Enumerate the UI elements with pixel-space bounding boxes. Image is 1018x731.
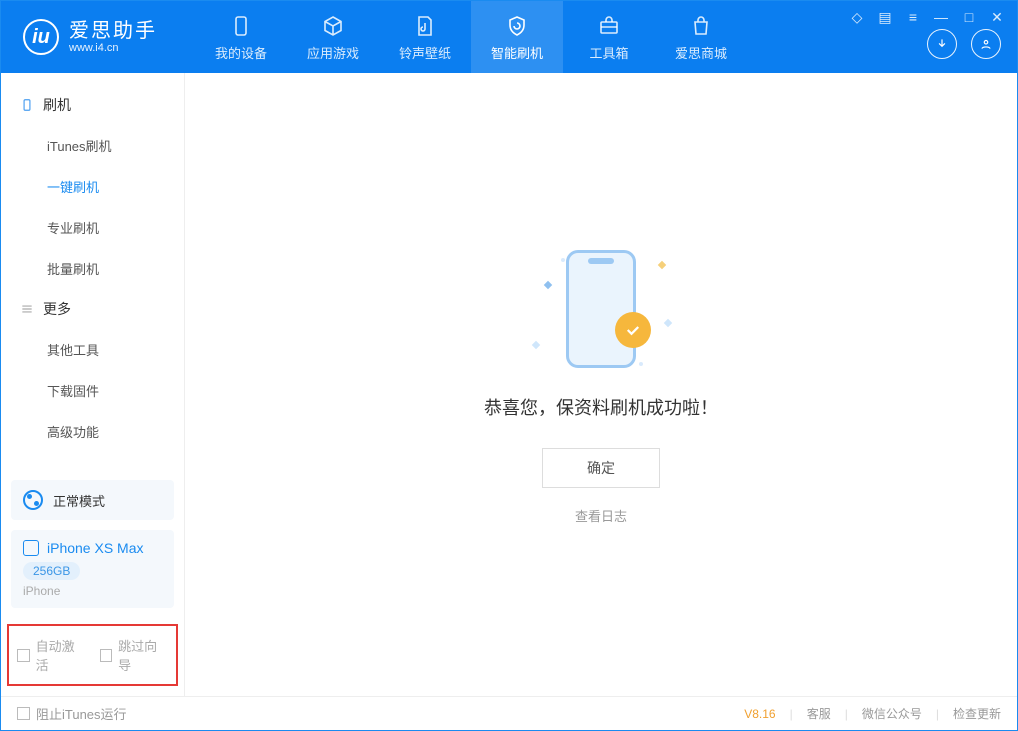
list-icon[interactable]: ▤ (877, 9, 893, 26)
checkbox-skip-wizard[interactable]: 跳过向导 (100, 636, 169, 674)
app-site: www.i4.cn (69, 42, 157, 54)
toolbox-icon (596, 13, 622, 39)
wechat-link[interactable]: 微信公众号 (862, 705, 922, 722)
mode-icon (23, 490, 43, 510)
header: iu 爱思助手 www.i4.cn 我的设备 应用游戏 铃声壁纸 智能刷机 (1, 1, 1017, 73)
sidebar: 刷机 iTunes刷机 一键刷机 专业刷机 批量刷机 更多 其他工具 下载固件 … (1, 73, 185, 696)
sidebar-item-itunes-flash[interactable]: iTunes刷机 (1, 125, 184, 166)
mode-label: 正常模式 (53, 491, 105, 510)
maximize-button[interactable]: □ (961, 9, 977, 26)
ok-button[interactable]: 确定 (542, 448, 660, 488)
sidebar-item-pro-flash[interactable]: 专业刷机 (1, 207, 184, 248)
device-icon (23, 540, 39, 556)
checkbox-icon (100, 649, 113, 662)
user-button[interactable] (971, 29, 1001, 59)
checkbox-icon (17, 707, 30, 720)
menu-icon[interactable]: ≡ (905, 9, 921, 26)
device-card[interactable]: iPhone XS Max 256GB iPhone (11, 530, 174, 608)
main-tabs: 我的设备 应用游戏 铃声壁纸 智能刷机 工具箱 爱思商城 (195, 1, 747, 73)
tab-ringtone-wallpaper[interactable]: 铃声壁纸 (379, 1, 471, 73)
footer: 阻止iTunes运行 V8.16 | 客服 | 微信公众号 | 检查更新 (1, 696, 1017, 730)
close-button[interactable]: ✕ (989, 9, 1005, 26)
cube-icon (320, 13, 346, 39)
view-log-link[interactable]: 查看日志 (575, 506, 627, 525)
download-button[interactable] (927, 29, 957, 59)
storage-badge: 256GB (23, 562, 80, 580)
tab-my-device[interactable]: 我的设备 (195, 1, 287, 73)
version-label: V8.16 (744, 707, 775, 721)
bag-icon (688, 13, 714, 39)
tab-smart-flash[interactable]: 智能刷机 (471, 1, 563, 73)
phone-icon (228, 13, 254, 39)
app-window: iu 爱思助手 www.i4.cn 我的设备 应用游戏 铃声壁纸 智能刷机 (0, 0, 1018, 731)
checkbox-auto-activate[interactable]: 自动激活 (17, 636, 86, 674)
window-controls: ◇ ▤ ≡ — □ ✕ (849, 9, 1005, 26)
sidebar-item-batch-flash[interactable]: 批量刷机 (1, 248, 184, 289)
list-small-icon (19, 301, 35, 317)
success-illustration (511, 244, 691, 374)
phone-illustration-icon (566, 250, 636, 368)
logo-icon: iu (23, 19, 59, 55)
music-file-icon (412, 13, 438, 39)
shirt-icon[interactable]: ◇ (849, 9, 865, 26)
device-small-icon (19, 97, 35, 113)
sidebar-group-more: 更多 (1, 289, 184, 329)
support-link[interactable]: 客服 (807, 705, 831, 722)
sidebar-item-advanced[interactable]: 高级功能 (1, 411, 184, 452)
checkbox-block-itunes[interactable]: 阻止iTunes运行 (17, 704, 127, 723)
device-type: iPhone (23, 584, 162, 598)
sidebar-item-download-firmware[interactable]: 下载固件 (1, 370, 184, 411)
highlighted-options: 自动激活 跳过向导 (7, 624, 178, 686)
minimize-button[interactable]: — (933, 9, 949, 26)
logo-area: iu 爱思助手 www.i4.cn (1, 19, 175, 55)
device-name: iPhone XS Max (47, 540, 144, 556)
tab-store[interactable]: 爱思商城 (655, 1, 747, 73)
tab-apps-games[interactable]: 应用游戏 (287, 1, 379, 73)
checkbox-icon (17, 649, 30, 662)
sidebar-item-oneclick-flash[interactable]: 一键刷机 (1, 166, 184, 207)
main-content: 恭喜您，保资料刷机成功啦！ 确定 查看日志 (185, 73, 1017, 696)
shield-refresh-icon (504, 13, 530, 39)
tab-toolbox[interactable]: 工具箱 (563, 1, 655, 73)
success-message: 恭喜您，保资料刷机成功啦！ (484, 394, 718, 420)
check-update-link[interactable]: 检查更新 (953, 705, 1001, 722)
mode-card[interactable]: 正常模式 (11, 480, 174, 520)
sidebar-item-other-tools[interactable]: 其他工具 (1, 329, 184, 370)
sidebar-group-flash: 刷机 (1, 85, 184, 125)
check-badge-icon (615, 312, 651, 348)
app-name: 爱思助手 (69, 20, 157, 42)
